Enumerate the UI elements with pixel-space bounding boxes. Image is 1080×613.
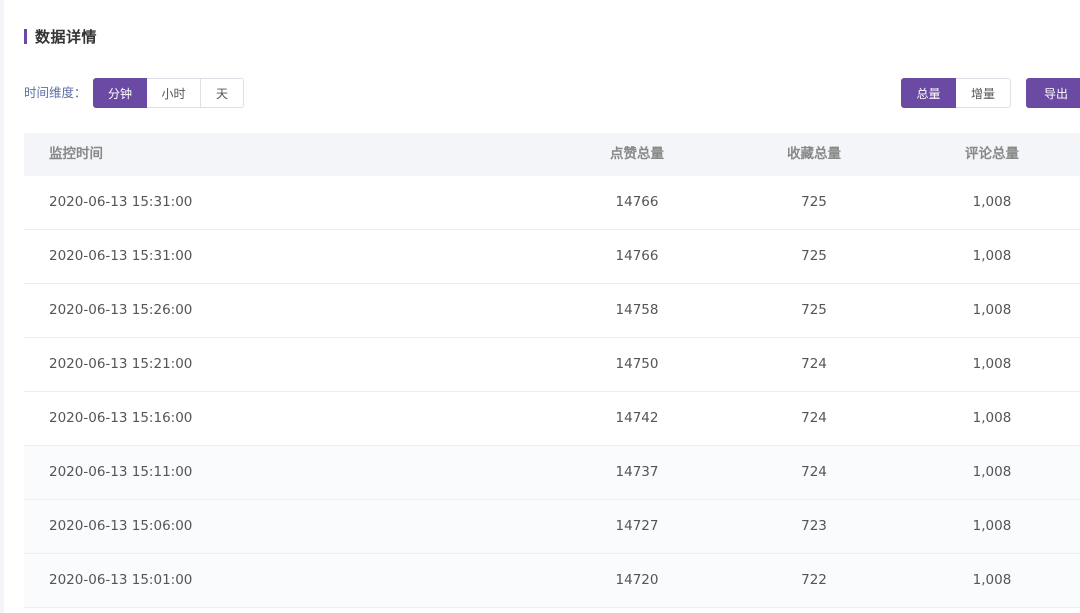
mode-selector: 总量 增量 (901, 78, 1011, 108)
cell-total-likes: 14742 (615, 410, 659, 426)
left-rail (0, 0, 4, 613)
cell-total-likes: 14750 (615, 356, 659, 372)
cell-total-likes: 14766 (615, 248, 659, 264)
cell-total-favorites: 723 (801, 518, 827, 534)
cell-total-favorites: 724 (801, 356, 827, 372)
table-row: 2020-06-13 15:21:00 14750 724 1,008 (24, 338, 1080, 392)
toolbar: 时间维度： 分钟 小时 天 总量 增量 导出 (24, 78, 1080, 110)
cell-monitor-time: 2020-06-13 15:21:00 (49, 356, 193, 372)
cell-monitor-time: 2020-06-13 15:26:00 (49, 302, 193, 318)
cell-total-comments: 1,008 (972, 248, 1012, 264)
table-row: 2020-06-13 15:31:00 14766 725 1,008 (24, 176, 1080, 230)
section-header: 数据详情 (24, 26, 97, 46)
column-header-total-comments: 评论总量 (965, 146, 1019, 162)
column-header-total-likes: 点赞总量 (610, 146, 664, 162)
table-row: 2020-06-13 15:26:00 14758 725 1,008 (24, 284, 1080, 338)
cell-monitor-time: 2020-06-13 15:06:00 (49, 518, 193, 534)
cell-total-comments: 1,008 (972, 194, 1012, 210)
column-header-total-favorites: 收藏总量 (787, 146, 841, 162)
cell-total-favorites: 724 (801, 464, 827, 480)
export-button[interactable]: 导出 (1026, 78, 1080, 108)
cell-total-comments: 1,008 (972, 410, 1012, 426)
cell-total-likes: 14758 (615, 302, 659, 318)
dimension-hour-button[interactable]: 小时 (147, 78, 201, 108)
cell-monitor-time: 2020-06-13 15:31:00 (49, 194, 193, 210)
table-row: 2020-06-13 15:16:00 14742 724 1,008 (24, 392, 1080, 446)
table-row: 2020-06-13 15:01:00 14720 722 1,008 (24, 554, 1080, 608)
cell-total-favorites: 722 (801, 572, 827, 588)
cell-total-comments: 1,008 (972, 518, 1012, 534)
cell-total-favorites: 725 (801, 302, 827, 318)
cell-monitor-time: 2020-06-13 15:01:00 (49, 572, 193, 588)
column-header-monitor-time: 监控时间 (49, 146, 103, 162)
table-row: 2020-06-13 15:31:00 14766 725 1,008 (24, 230, 1080, 284)
dimension-minute-button[interactable]: 分钟 (93, 78, 147, 108)
dimension-day-button[interactable]: 天 (201, 78, 244, 108)
table-row: 2020-06-13 15:06:00 14727 723 1,008 (24, 500, 1080, 554)
cell-total-likes: 14727 (615, 518, 659, 534)
table-header: 监控时间 点赞总量 收藏总量 评论总量 (24, 133, 1080, 176)
mode-total-button[interactable]: 总量 (901, 78, 956, 108)
cell-monitor-time: 2020-06-13 15:16:00 (49, 410, 193, 426)
table-row: 2020-06-13 15:11:00 14737 724 1,008 (24, 446, 1080, 500)
section-title: 数据详情 (35, 27, 98, 46)
data-table: 监控时间 点赞总量 收藏总量 评论总量 2020-06-13 15:31:00 … (24, 133, 1080, 608)
cell-total-likes: 14766 (615, 194, 659, 210)
cell-total-comments: 1,008 (972, 356, 1012, 372)
cell-total-likes: 14737 (615, 464, 659, 480)
cell-total-favorites: 724 (801, 410, 827, 426)
section-accent-bar (24, 28, 27, 44)
cell-monitor-time: 2020-06-13 15:31:00 (49, 248, 193, 264)
time-dimension-label: 时间维度： (24, 85, 87, 100)
cell-total-likes: 14720 (615, 572, 659, 588)
cell-total-comments: 1,008 (972, 572, 1012, 588)
cell-total-favorites: 725 (801, 248, 827, 264)
time-dimension-selector: 分钟 小时 天 (93, 78, 244, 108)
cell-total-favorites: 725 (801, 194, 827, 210)
cell-total-comments: 1,008 (972, 302, 1012, 318)
cell-monitor-time: 2020-06-13 15:11:00 (49, 464, 193, 480)
cell-total-comments: 1,008 (972, 464, 1012, 480)
mode-increment-button[interactable]: 增量 (956, 78, 1011, 108)
